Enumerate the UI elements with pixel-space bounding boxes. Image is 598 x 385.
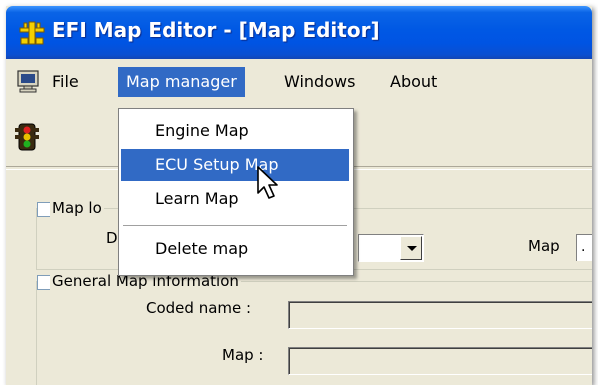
menu-map-manager[interactable]: Map manager <box>118 67 245 97</box>
menu-file[interactable]: File <box>44 67 87 97</box>
directory-combo[interactable] <box>358 234 424 262</box>
map-location-group-label: Map lo <box>50 199 104 217</box>
computer-icon[interactable] <box>16 69 40 93</box>
map-label: Map <box>528 237 560 255</box>
efi-app-icon <box>18 20 46 46</box>
dropdown-item-delete-map[interactable]: Delete map <box>121 233 349 265</box>
dropdown-item-engine-map[interactable]: Engine Map <box>121 115 349 147</box>
window-title: EFI Map Editor - [Map Editor] <box>52 18 380 42</box>
title-bar[interactable]: EFI Map Editor - [Map Editor] <box>6 6 592 59</box>
dropdown-item-ecu-setup-map[interactable]: ECU Setup Map <box>121 149 349 181</box>
dropdown-separator <box>123 225 347 226</box>
traffic-light-icon[interactable] <box>14 123 40 151</box>
coded-name-label: Coded name : <box>146 299 252 317</box>
mouse-cursor-icon <box>256 165 286 201</box>
map-manager-dropdown: Engine Map ECU Setup Map Learn Map Delet… <box>118 108 354 276</box>
coded-name-field[interactable] <box>288 301 592 329</box>
menu-about[interactable]: About <box>382 67 445 97</box>
dropdown-item-learn-map[interactable]: Learn Map <box>121 183 349 215</box>
menu-bar: File Map manager Windows About <box>6 59 592 105</box>
directory-label: D <box>106 229 118 247</box>
map-input-value: . <box>581 239 586 255</box>
map-field-label: Map : <box>222 346 264 364</box>
map-field[interactable] <box>288 347 592 375</box>
map-input[interactable]: . <box>576 234 592 261</box>
menu-windows[interactable]: Windows <box>276 67 363 97</box>
chevron-down-icon[interactable] <box>400 236 422 260</box>
